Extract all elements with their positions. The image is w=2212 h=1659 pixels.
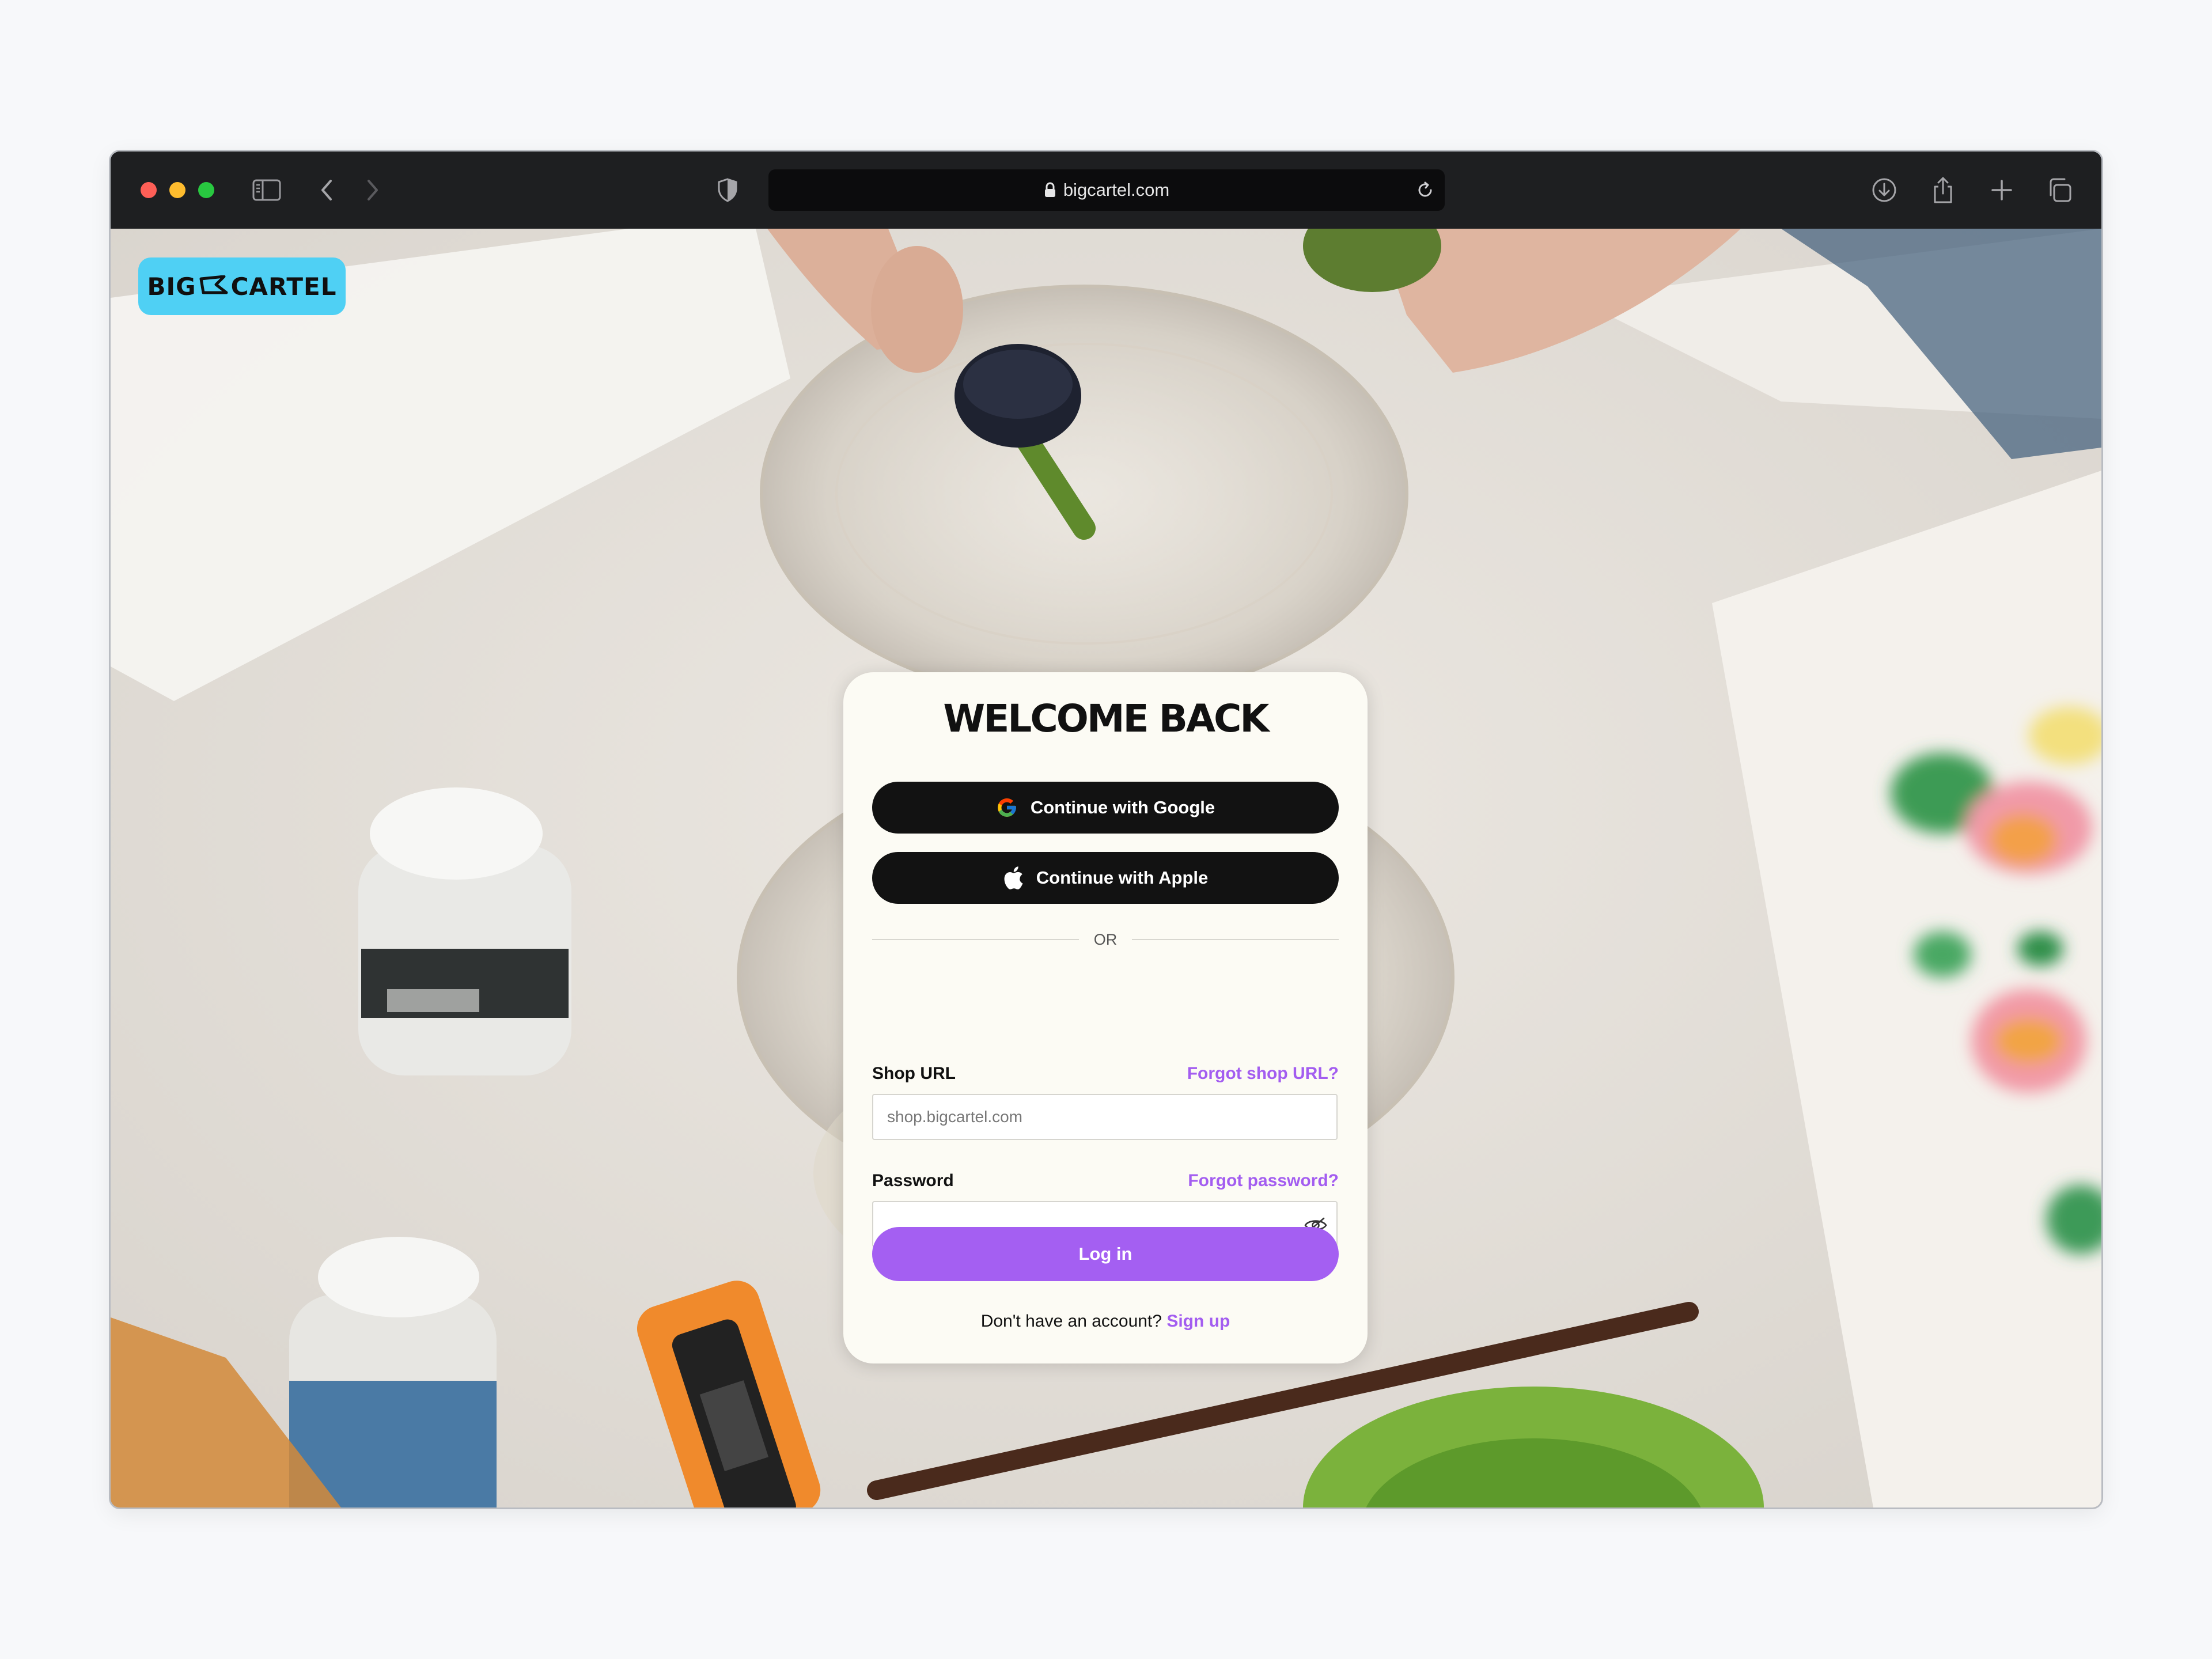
logo-text-left: BIG <box>147 272 196 301</box>
back-icon[interactable] <box>309 172 344 208</box>
privacy-shield-icon[interactable] <box>710 172 745 208</box>
login-card: WELCOME BACK Continue with Google Contin… <box>843 672 1368 1363</box>
forward-icon[interactable] <box>355 172 391 208</box>
continue-with-google-button[interactable]: Continue with Google <box>872 782 1339 834</box>
new-tab-icon[interactable] <box>1984 172 2020 208</box>
minimize-window-button[interactable] <box>169 182 185 198</box>
share-icon[interactable] <box>1925 172 1961 208</box>
logo-flag-icon <box>199 272 229 301</box>
or-text: OR <box>1093 930 1118 948</box>
tab-overview-icon[interactable] <box>2041 172 2077 208</box>
apple-icon <box>1003 866 1024 890</box>
download-icon[interactable] <box>1866 172 1902 208</box>
password-label: Password <box>872 1171 954 1190</box>
browser-window: bigcartel.com BIG CARTEL WELCOME BACK Co… <box>111 151 2101 1508</box>
shop-url-field[interactable] <box>872 1094 1338 1140</box>
page-content: BIG CARTEL WELCOME BACK Continue with Go… <box>111 229 2101 1508</box>
lock-icon <box>1044 182 1056 198</box>
sign-up-link[interactable]: Sign up <box>1166 1312 1230 1331</box>
shop-url-label: Shop URL <box>872 1064 956 1083</box>
url-text: bigcartel.com <box>1063 180 1170 200</box>
shop-url-input[interactable] <box>873 1095 1336 1139</box>
continue-with-apple-button[interactable]: Continue with Apple <box>872 852 1339 904</box>
page-title: WELCOME BACK <box>943 696 1269 741</box>
forgot-shop-url-link[interactable]: Forgot shop URL? <box>1187 1064 1339 1084</box>
signup-prompt-text: Don't have an account? <box>980 1312 1162 1331</box>
google-icon <box>996 797 1018 819</box>
reload-icon[interactable] <box>1414 179 1437 202</box>
signup-prompt: Don't have an account? Sign up <box>843 1312 1368 1331</box>
logo-text-right: CARTEL <box>230 272 337 301</box>
address-bar[interactable]: bigcartel.com <box>768 169 1445 211</box>
forgot-password-link[interactable]: Forgot password? <box>1188 1171 1339 1191</box>
or-divider: OR <box>872 928 1339 951</box>
close-window-button[interactable] <box>141 182 157 198</box>
big-cartel-logo[interactable]: BIG CARTEL <box>138 257 346 315</box>
apple-button-label: Continue with Apple <box>1036 868 1209 888</box>
zoom-window-button[interactable] <box>198 182 214 198</box>
sidebar-toggle-icon[interactable] <box>249 172 285 208</box>
browser-toolbar: bigcartel.com <box>111 151 2101 229</box>
google-button-label: Continue with Google <box>1030 797 1215 817</box>
log-in-button[interactable]: Log in <box>872 1227 1339 1281</box>
